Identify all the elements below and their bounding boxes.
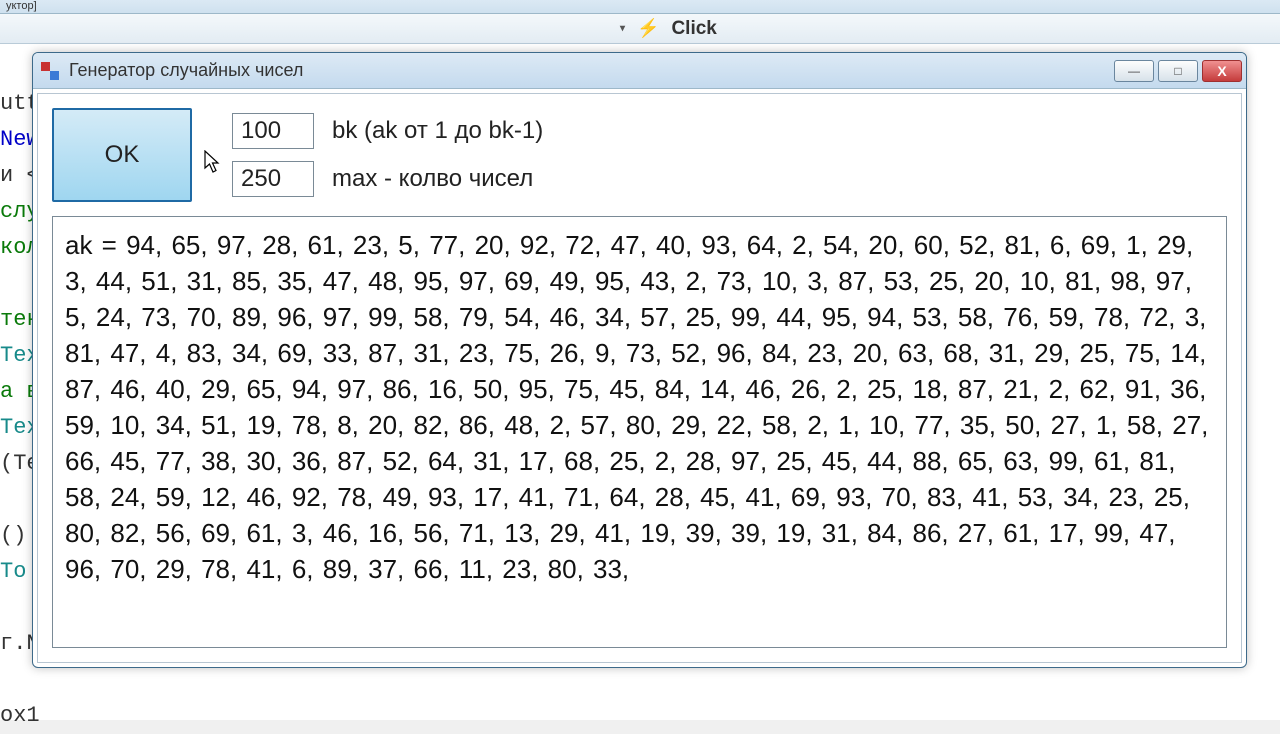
app-icon [41, 62, 59, 80]
random-generator-window: Генератор случайных чисел — □ X OK bk (a… [32, 52, 1247, 668]
window-client-area: OK bk (ak от 1 до bk-1) max - колво чисе… [37, 93, 1242, 663]
event-name: Click [671, 18, 716, 40]
lightning-icon: ⚡ [637, 18, 659, 39]
minimize-button[interactable]: — [1114, 60, 1154, 82]
output-textbox[interactable]: ak = 94, 65, 97, 28, 61, 23, 5, 77, 20, … [52, 216, 1227, 648]
ok-button[interactable]: OK [52, 108, 192, 202]
max-label: max - колво чисел [332, 165, 533, 193]
maximize-button[interactable]: □ [1158, 60, 1198, 82]
window-titlebar[interactable]: Генератор случайных чисел — □ X [33, 53, 1246, 89]
ide-titlebar-fragment: уктор] [0, 0, 1280, 14]
max-input[interactable] [232, 161, 314, 197]
code-editor-fragment: uttNewи <слуколтекTexа вTex(Te()Toг.Nox1 [0, 50, 30, 734]
bk-input[interactable] [232, 113, 314, 149]
ide-toolbar: ▾ ⚡ Click [0, 14, 1280, 44]
dropdown-arrow-icon: ▾ [620, 23, 625, 34]
bk-label: bk (ak от 1 до bk-1) [332, 117, 543, 145]
close-button[interactable]: X [1202, 60, 1242, 82]
window-title: Генератор случайных чисел [69, 60, 1104, 81]
